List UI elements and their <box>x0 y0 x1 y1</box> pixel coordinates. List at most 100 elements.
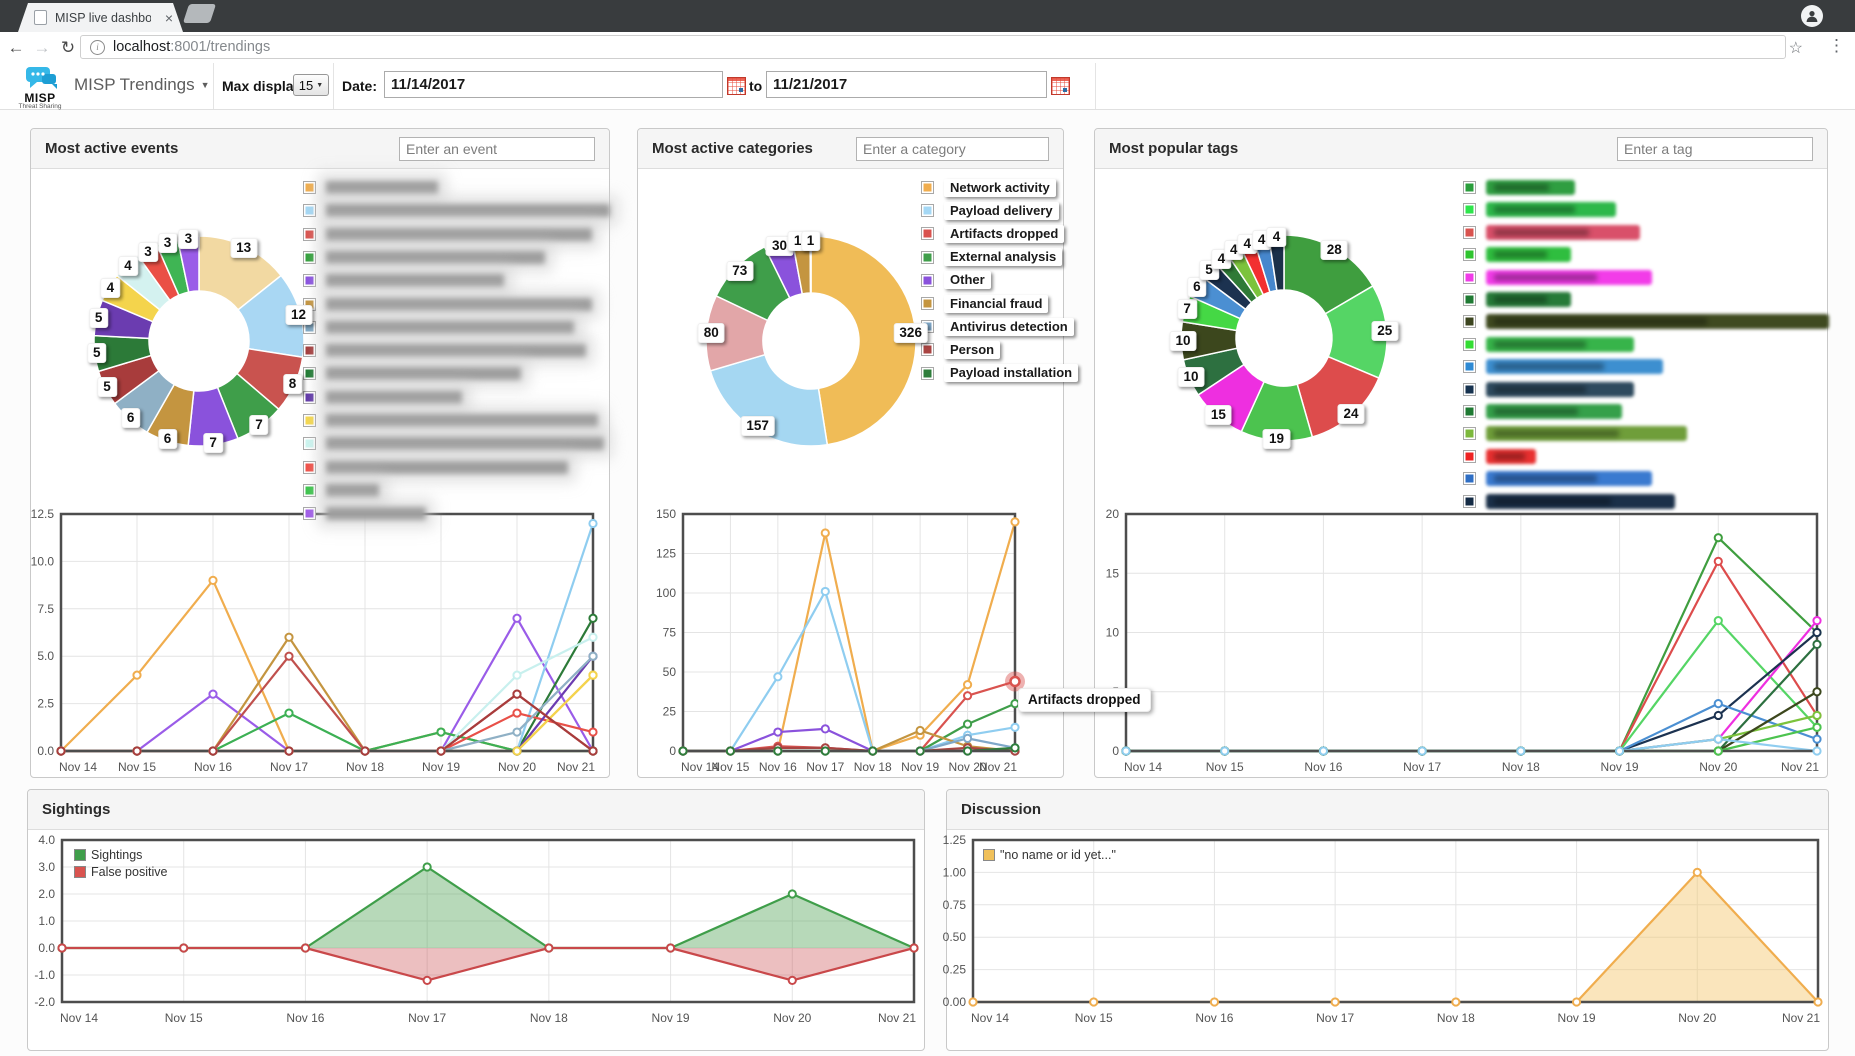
legend-item: External analysis <box>921 249 1062 266</box>
blurred-event-name <box>326 321 574 334</box>
forward-button[interactable]: → <box>30 35 54 61</box>
line-series[interactable] <box>1126 621 1817 751</box>
line-series[interactable] <box>1126 715 1817 751</box>
tab-close-icon[interactable]: × <box>165 11 173 25</box>
legend-item <box>303 389 462 406</box>
x-axis-tick-label: Nov 16 <box>1195 1011 1233 1025</box>
line-series[interactable] <box>1126 692 1817 751</box>
calendar-icon[interactable] <box>1051 77 1070 95</box>
blurred-event-name <box>326 414 598 427</box>
line-series[interactable] <box>1126 561 1817 751</box>
x-axis-tick-label: Nov 17 <box>408 1011 446 1025</box>
y-axis-tick-label: 0.50 <box>943 930 967 944</box>
address-bar[interactable]: i localhost:8001/trendings <box>80 35 1786 59</box>
legend-item: Payload delivery <box>921 202 1059 219</box>
browser-menu-icon[interactable]: ⋮ <box>1828 36 1845 56</box>
panel-discussion: Discussion "no name or id yet..." 1.251.… <box>946 789 1829 1051</box>
legend-color-swatch <box>921 181 934 194</box>
y-axis-tick-label: 0 <box>1112 744 1119 758</box>
x-axis-tick-label: Nov 17 <box>270 760 308 774</box>
browser-tab[interactable]: MISP live dashboar × <box>18 3 183 32</box>
legend-label: False positive <box>91 865 167 879</box>
pie-value-label: 10 <box>1170 331 1197 351</box>
event-search-input[interactable] <box>399 137 595 161</box>
line-series[interactable] <box>1126 644 1817 751</box>
line-series[interactable] <box>1126 621 1817 751</box>
date-to-input[interactable] <box>766 71 1047 98</box>
legend-color-swatch <box>303 461 316 474</box>
category-legend-label: Payload installation <box>944 364 1078 382</box>
pie-value-label: 28 <box>1321 240 1348 260</box>
blurred-event-name <box>326 228 592 241</box>
legend-item <box>303 319 574 336</box>
y-axis-tick-label: 2.0 <box>38 887 55 901</box>
legend-color-swatch <box>303 181 316 194</box>
bookmark-star-icon[interactable]: ☆ <box>1789 38 1803 58</box>
x-axis-tick-label: Nov 21 <box>1782 1011 1820 1025</box>
tag-search-input[interactable] <box>1617 137 1813 161</box>
line-series[interactable] <box>1126 704 1817 751</box>
x-axis-tick-label: Nov 14 <box>60 1011 98 1025</box>
x-axis-tick-label: Nov 14 <box>59 760 97 774</box>
y-axis-tick-label: 4.0 <box>38 833 55 847</box>
panel-most-active-categories: Most active categories 326157807330191 1… <box>637 128 1064 778</box>
chart-tooltip: Artifacts dropped <box>1018 688 1151 712</box>
profile-icon[interactable] <box>1801 5 1823 27</box>
x-axis-tick-label: Nov 19 <box>422 760 460 774</box>
x-axis-tick-label: Nov 19 <box>652 1011 690 1025</box>
pie-value-label: 8 <box>283 374 303 394</box>
y-axis-tick-label: 20 <box>1106 507 1120 521</box>
line-series[interactable] <box>683 522 1015 751</box>
blurred-tag-chip <box>1486 270 1652 285</box>
date-from-input[interactable] <box>384 71 723 98</box>
reload-button[interactable]: ↻ <box>56 35 80 61</box>
legend-item: "no name or id yet..." <box>983 846 1116 863</box>
category-search-input[interactable] <box>856 137 1049 161</box>
blurred-tag-chip <box>1486 202 1616 217</box>
x-axis-tick-label: Nov 16 <box>759 760 797 774</box>
panel-header: Most active events <box>31 129 609 169</box>
pie-value-label: 80 <box>698 323 725 343</box>
pie-value-label: 10 <box>1177 367 1204 387</box>
sightings-legend: SightingsFalse positive <box>74 846 167 880</box>
app-title-dropdown[interactable]: MISP Trendings▼ <box>74 75 210 95</box>
app-header: MISP Threat Sharing MISP Trendings▼ Max … <box>0 63 1855 110</box>
new-tab-button[interactable] <box>183 4 216 23</box>
line-series[interactable] <box>61 580 593 751</box>
x-axis-tick-label: Nov 15 <box>165 1011 203 1025</box>
caret-down-icon: ▼ <box>201 80 210 90</box>
y-axis-tick-label: 0 <box>669 744 676 758</box>
events-line-chart: 12.510.07.55.02.50.0Nov 14Nov 15Nov 16No… <box>31 504 611 779</box>
max-display-select[interactable]: 15▼ <box>293 74 329 96</box>
y-axis-tick-label: 0.00 <box>943 995 967 1009</box>
blurred-event-name <box>326 391 462 404</box>
category-legend-label: Antivirus detection <box>944 318 1074 336</box>
blurred-tag-chip <box>1486 292 1571 307</box>
legend-item <box>303 412 598 429</box>
y-axis-tick-label: 10 <box>1106 626 1120 640</box>
legend-color-swatch <box>74 849 86 861</box>
back-button[interactable]: ← <box>4 35 28 61</box>
y-axis-tick-label: 125 <box>656 547 676 561</box>
legend-color-swatch <box>921 343 934 356</box>
x-axis-tick-label: Nov 14 <box>1124 760 1162 774</box>
misp-logo[interactable]: MISP Threat Sharing <box>14 65 66 109</box>
line-series[interactable] <box>1126 739 1817 751</box>
y-axis-tick-label: 25 <box>663 705 677 719</box>
line-series[interactable] <box>61 523 593 751</box>
legend-color-swatch <box>921 297 934 310</box>
info-icon[interactable]: i <box>90 40 105 55</box>
legend-item <box>303 342 586 359</box>
person-icon <box>1805 9 1819 23</box>
y-axis-tick-label: 50 <box>663 665 677 679</box>
legend-color-swatch <box>1463 226 1476 239</box>
legend-item <box>303 459 568 476</box>
x-axis-tick-label: Nov 16 <box>286 1011 324 1025</box>
blurred-event-name <box>326 367 521 380</box>
calendar-icon[interactable] <box>727 77 746 95</box>
legend-item <box>1463 425 1687 442</box>
legend-color-swatch <box>303 484 316 497</box>
category-legend-label: Other <box>944 271 991 289</box>
pie-value-label: 6 <box>158 429 178 449</box>
legend-color-swatch <box>921 204 934 217</box>
